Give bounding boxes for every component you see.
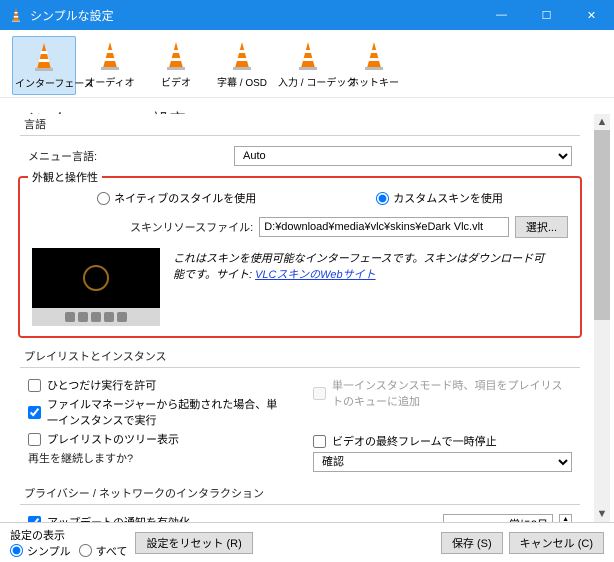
checkbox-enqueue [313,387,326,400]
tab-input-codecs[interactable]: 入力 / コーデック [276,36,340,95]
menu-language-label: メニュー言語: [28,148,228,164]
radio-all[interactable]: すべて [79,543,128,559]
radio-simple[interactable]: シンプル [10,543,71,559]
continue-playback-label: 再生を継続しますか? [28,450,228,466]
browse-button[interactable]: 選択... [515,216,568,238]
skin-file-input[interactable] [259,217,509,237]
skin-description: これはスキンを使用可能なインターフェースです。スキンはダウンロード可能です。サイ… [173,250,553,282]
scroll-down-icon[interactable]: ▼ [594,506,610,522]
spinner-up-icon[interactable]: ▲ [560,515,571,522]
radio-custom-skin[interactable]: カスタムスキンを使用 [376,190,503,206]
scroll-up-icon[interactable]: ▲ [594,114,610,130]
tab-hotkeys[interactable]: ホットキー [342,36,406,95]
menu-language-select[interactable]: Auto [234,146,572,166]
cone-icon [226,40,258,72]
tab-video[interactable]: ビデオ [144,36,208,95]
window-title: シンプルな設定 [30,7,479,24]
group-playlist: プレイリストとインスタンス ひとつだけ実行を許可 ファイルマネージャーから起動さ… [20,348,580,475]
vertical-scrollbar[interactable]: ▲ ▼ [594,114,610,522]
checkbox-single-from-fm[interactable] [28,406,41,419]
group-playlist-title: プレイリストとインスタンス [20,348,580,364]
checkbox-playlist-tree[interactable] [28,433,41,446]
cone-icon [292,40,324,72]
content-area: 言語 メニュー言語: Auto 外観と操作性 ネイティブのスタイルを使用 カスタ… [10,114,594,522]
checkbox-allow-one-instance[interactable] [28,379,41,392]
checkbox-pause-last-frame[interactable] [313,435,326,448]
cancel-button[interactable]: キャンセル (C) [509,532,604,554]
group-privacy: プライバシー / ネットワークのインタラクション アップデートの通知を有効化 最… [20,485,580,522]
preview-orb-icon [83,265,109,291]
group-language: 言語 メニュー言語: Auto [20,116,580,166]
show-settings-label: 設定の表示 [10,527,123,543]
group-look-and-feel: 外観と操作性 ネイティブのスタイルを使用 カスタムスキンを使用 スキンリソースフ… [18,176,582,338]
skin-file-label: スキンリソースファイル: [130,219,253,235]
reset-prefs-button[interactable]: 設定をリセット (R) [135,532,252,554]
skin-website-link[interactable]: VLCスキンのWebサイト [255,269,376,281]
cone-icon [358,40,390,72]
tab-audio[interactable]: オーディオ [78,36,142,95]
group-look-title: 外観と操作性 [28,169,102,185]
category-toolbar: インターフェース オーディオ ビデオ 字幕 / OSD 入力 / コーデック ホ… [0,30,614,98]
continue-playback-select[interactable]: 確認 [313,452,572,472]
bottom-bar: 設定の表示 シンプル すべて 設定をリセット (R) 保存 (S) キャンセル … [0,522,614,562]
maximize-button[interactable]: ☐ [524,0,569,30]
preview-controls-icon [32,308,160,326]
cone-icon [160,40,192,72]
app-icon [8,7,24,23]
minimize-button[interactable]: ― [479,0,524,30]
titlebar: シンプルな設定 ― ☐ ✕ [0,0,614,30]
skin-preview [32,248,160,326]
tab-subtitles[interactable]: 字幕 / OSD [210,36,274,95]
group-language-title: 言語 [20,116,580,132]
cone-icon [28,41,60,73]
tab-interface[interactable]: インターフェース [12,36,76,95]
cone-icon [94,40,126,72]
update-interval-spinner[interactable] [443,514,553,522]
group-privacy-title: プライバシー / ネットワークのインタラクション [20,485,580,501]
close-button[interactable]: ✕ [569,0,614,30]
scrollbar-thumb[interactable] [594,116,610,320]
save-button[interactable]: 保存 (S) [441,532,503,554]
radio-native-style[interactable]: ネイティブのスタイルを使用 [97,190,256,206]
